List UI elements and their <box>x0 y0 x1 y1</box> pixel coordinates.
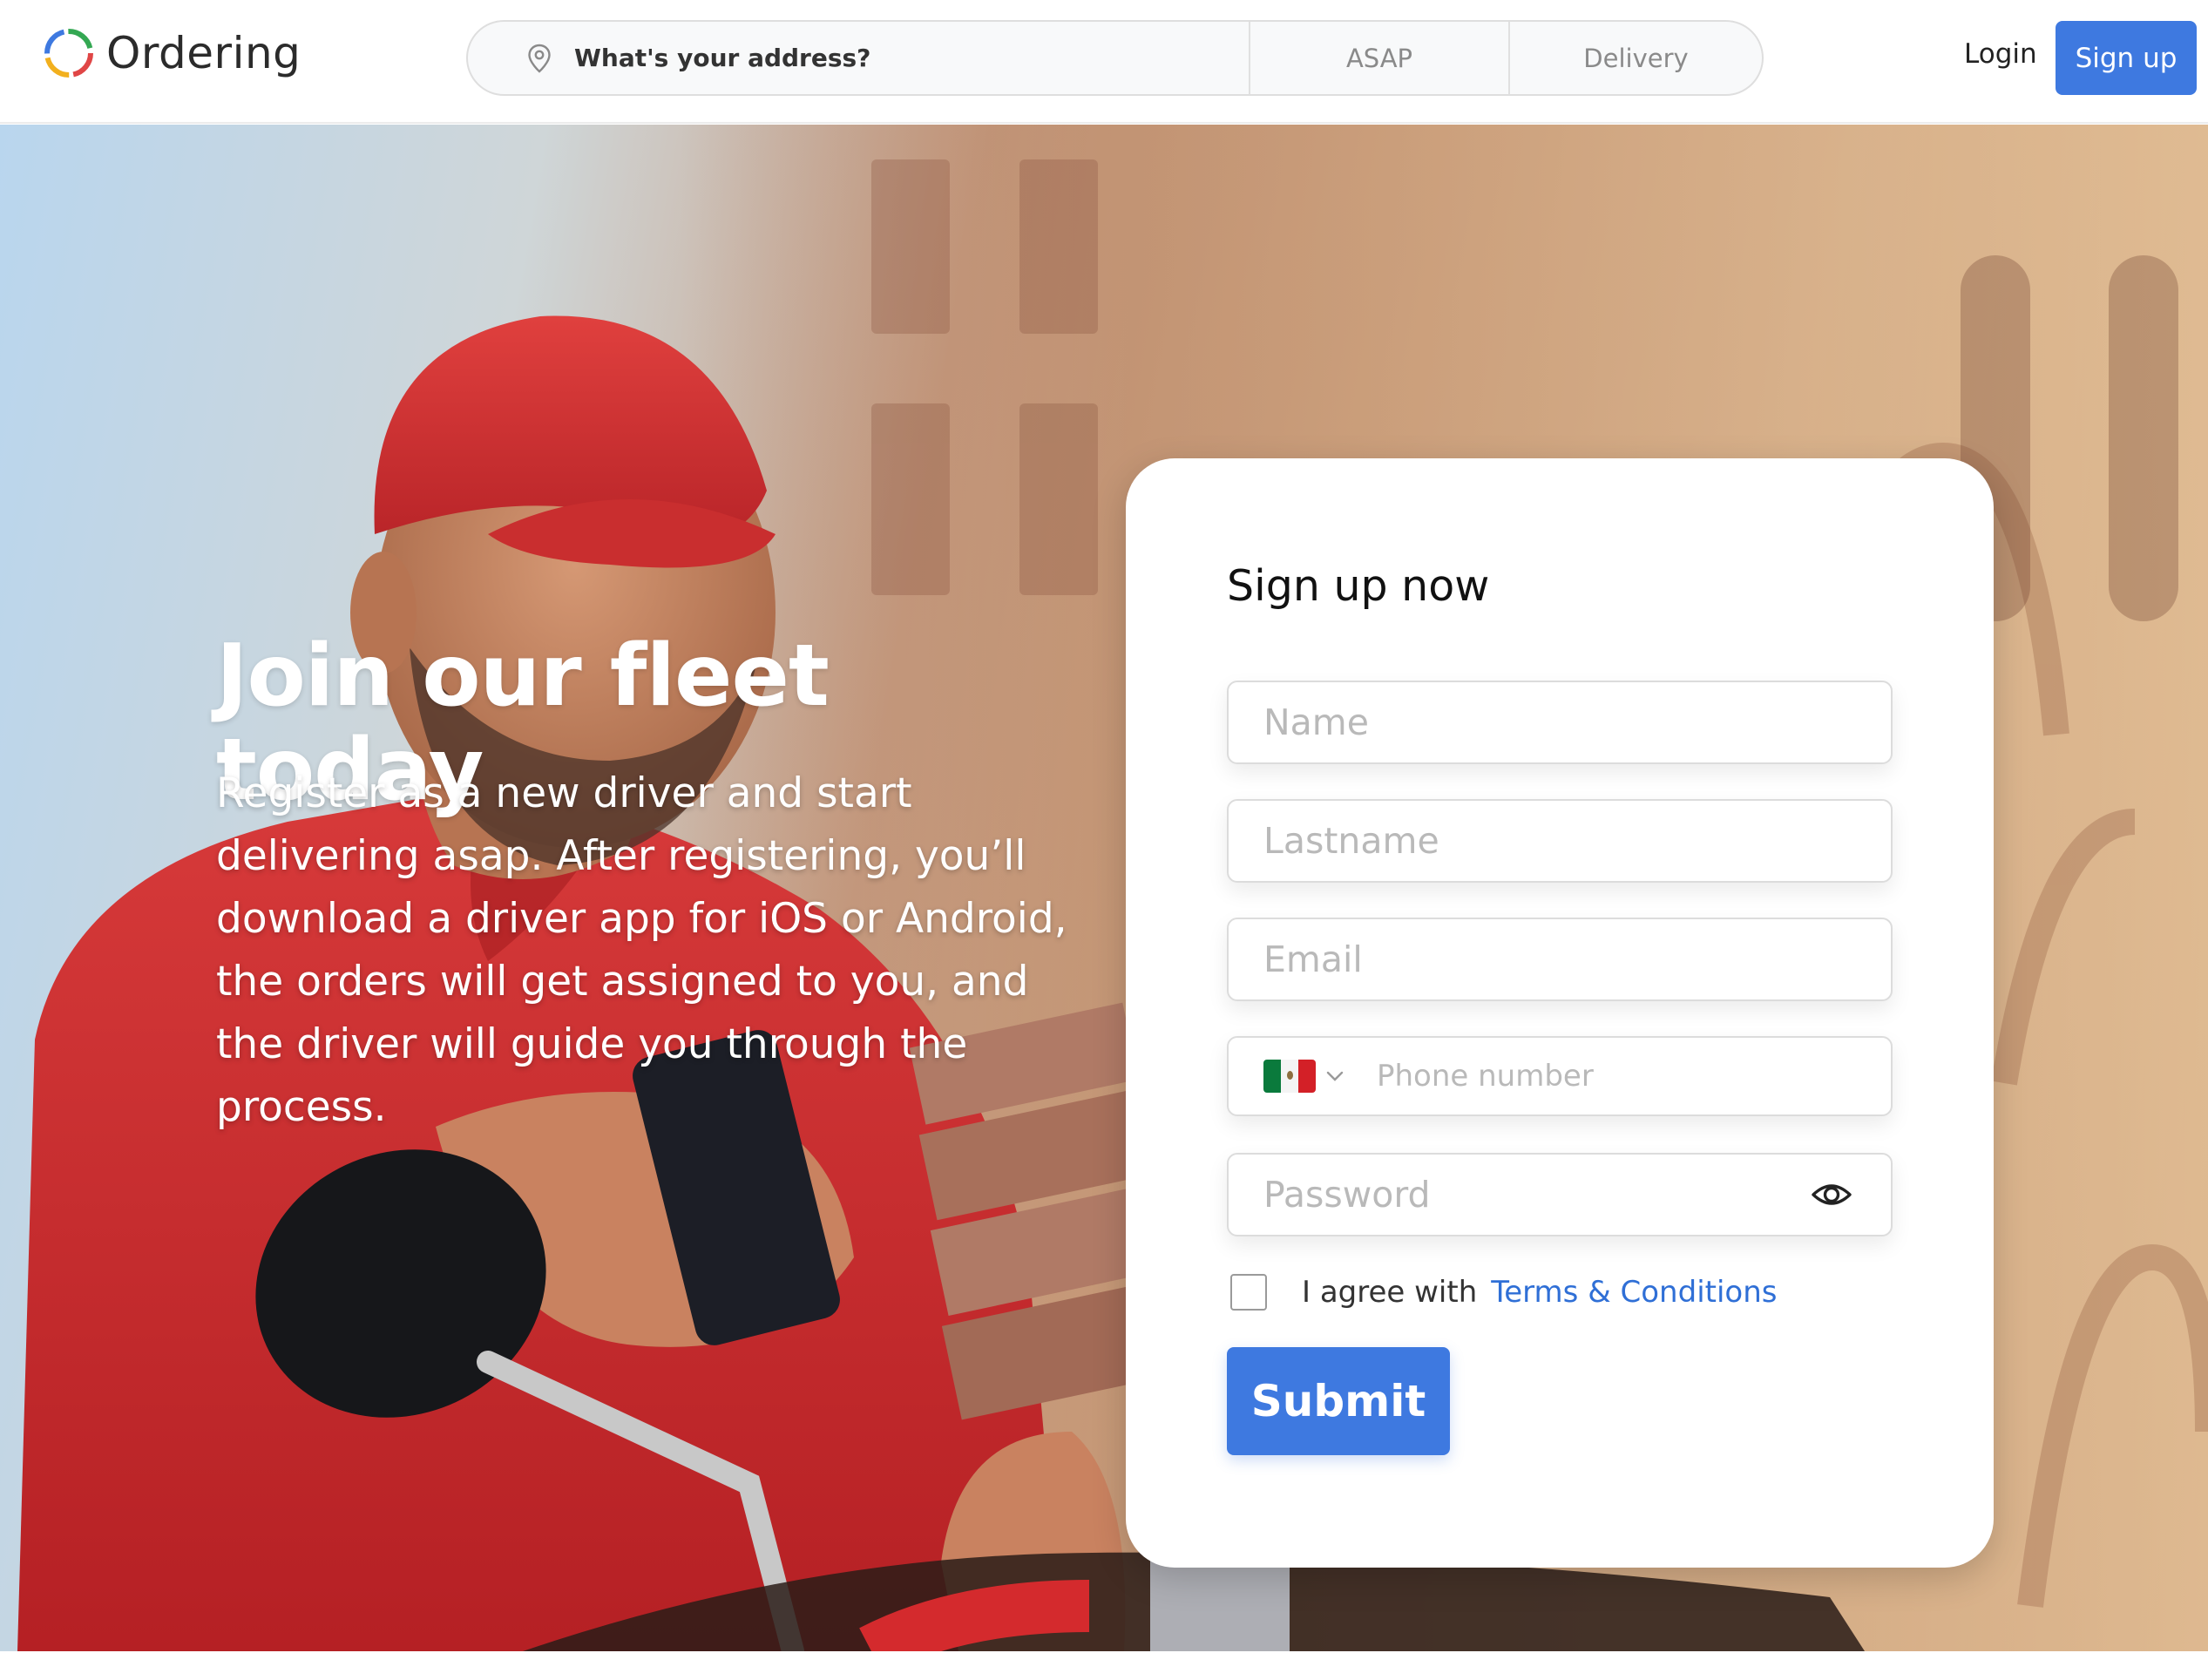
mexico-flag-icon[interactable] <box>1263 1060 1316 1093</box>
logo-text: Ordering <box>106 28 301 78</box>
order-type-selector[interactable]: Delivery <box>1510 22 1762 94</box>
name-input[interactable] <box>1263 701 1891 743</box>
phone-input[interactable] <box>1377 1059 1891 1094</box>
address-placeholder: What's your address? <box>574 44 871 72</box>
terms-agreement: I agree with Terms & Conditions <box>1230 1273 1777 1311</box>
name-field[interactable] <box>1227 681 1893 764</box>
password-input[interactable] <box>1263 1174 1891 1216</box>
agree-label: I agree with <box>1302 1275 1478 1310</box>
eye-icon[interactable] <box>1811 1174 1852 1216</box>
form-title: Sign up now <box>1227 561 1490 611</box>
email-field[interactable] <box>1227 918 1893 1001</box>
address-selector[interactable]: What's your address? <box>468 22 1250 94</box>
order-search-bar: What's your address? ASAP Delivery <box>466 20 1764 96</box>
location-pin-icon <box>528 44 551 73</box>
terms-checkbox[interactable] <box>1230 1274 1267 1311</box>
chevron-down-icon[interactable] <box>1324 1066 1345 1087</box>
phone-field[interactable] <box>1227 1036 1893 1116</box>
login-link[interactable]: Login <box>1964 38 2037 70</box>
top-header: Ordering What's your address? ASAP Deliv… <box>0 0 2208 124</box>
lastname-field[interactable] <box>1227 799 1893 883</box>
email-input[interactable] <box>1263 938 1891 980</box>
submit-button[interactable]: Submit <box>1227 1347 1450 1455</box>
hero-description: Register as a new driver and start deliv… <box>216 769 1067 1131</box>
signup-form-card: Sign up now I agr <box>1126 458 1994 1568</box>
password-field[interactable] <box>1227 1153 1893 1236</box>
delivery-time-selector[interactable]: ASAP <box>1250 22 1510 94</box>
lastname-input[interactable] <box>1263 820 1891 862</box>
terms-link[interactable]: Terms & Conditions <box>1491 1275 1777 1310</box>
signup-button[interactable]: Sign up <box>2056 21 2197 95</box>
logo-ring-icon <box>44 29 93 78</box>
ordering-logo[interactable]: Ordering <box>42 23 301 84</box>
hero-section: Join our fleet today Register as a new d… <box>0 125 2208 1651</box>
